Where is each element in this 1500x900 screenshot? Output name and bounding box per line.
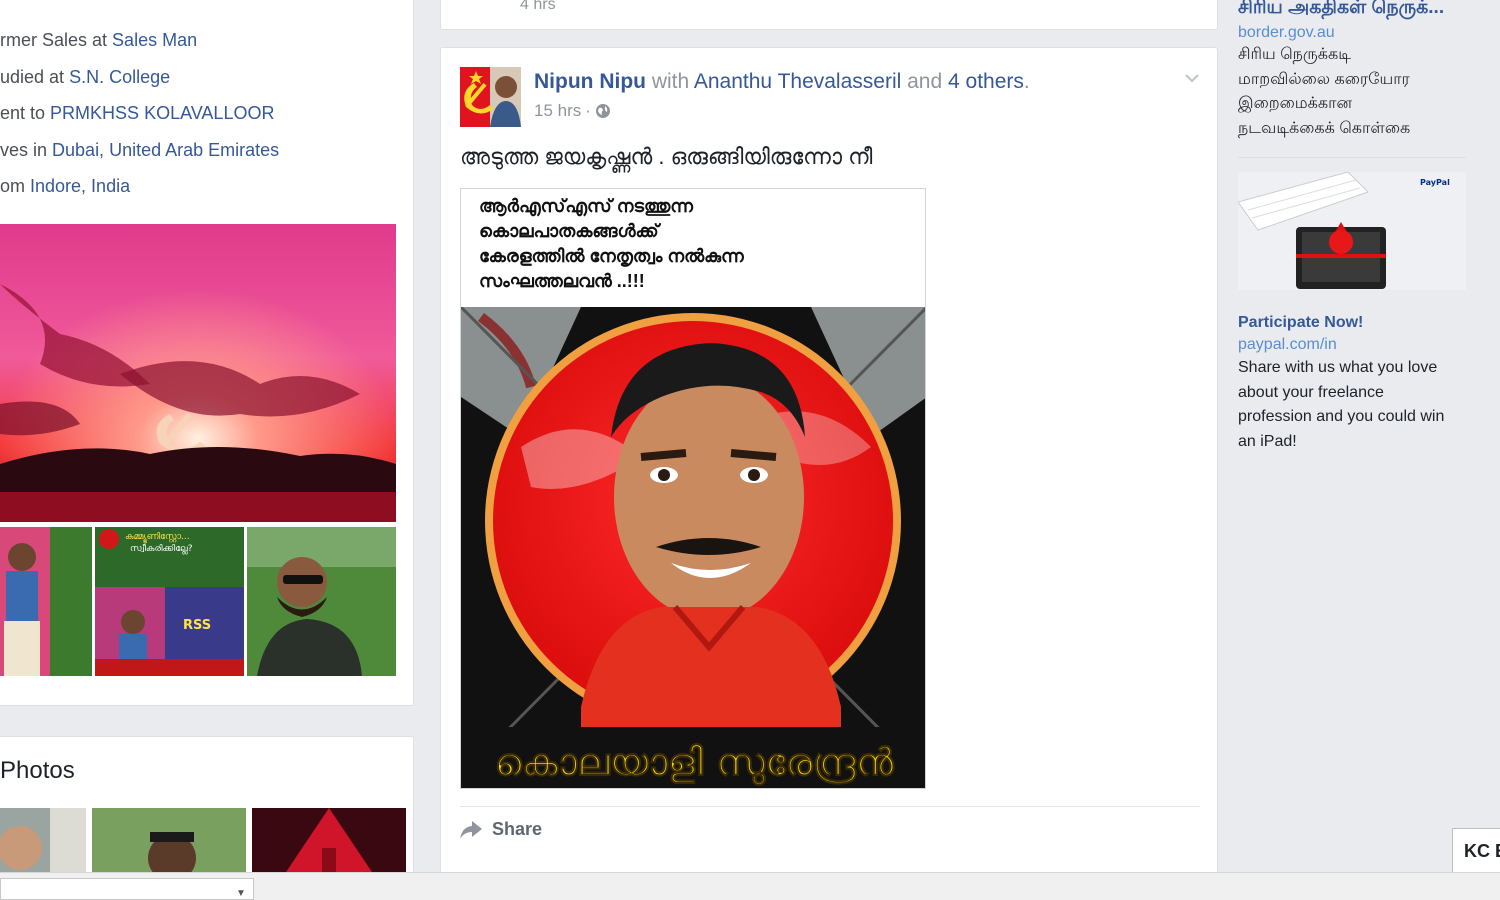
image-caption-line: കൊലപാതകങ്ങൾക്ക് [479, 221, 659, 241]
thumbnail-man-sunglasses[interactable] [247, 527, 396, 676]
meta-separator: · [585, 101, 591, 120]
tagged-friend-link[interactable]: Ananthu Thevalasseril [694, 70, 901, 93]
intro-item-school: ent to PRMKHSS KOLAVALLOOR [0, 103, 275, 124]
chevron-down-icon[interactable] [1182, 68, 1202, 88]
dropdown-arrow-icon[interactable]: ▼ [236, 888, 246, 899]
intro-item-study: udied at S.N. College [0, 66, 171, 87]
and-word: and [907, 70, 943, 93]
image-caption-line: സംഘത്തലവൻ ..!!! [479, 271, 645, 291]
image-caption-line: ആർഎസ്എസ് നടത്തുന്ന [479, 196, 693, 216]
intro-list: rmer Sales at Sales Man udied at S.N. Co… [0, 28, 279, 211]
previous-post-card [440, 0, 1218, 30]
ad-title-border[interactable]: சிரிய அகதிகள் நெருக்... [1238, 0, 1444, 21]
author-name-link[interactable]: Nipun Nipu [534, 70, 646, 93]
post-actions-divider [460, 806, 1200, 807]
ad-separator [1238, 157, 1466, 158]
intro-item-work: rmer Sales at Sales Man [0, 30, 198, 50]
post-meta: 15 hrs · [534, 101, 611, 121]
thumbnail-man-lungi[interactable] [0, 527, 92, 676]
chat-tab[interactable]: KC E [1452, 828, 1500, 874]
thumbnail-rss-poster[interactable]: കമ്മ്യൂണിസ്റ്റോ... സ്വീകരിക്കില്ലേ? RSS [95, 527, 244, 676]
photo-tile-2[interactable] [92, 808, 246, 878]
tagged-others-link[interactable]: 4 others [948, 70, 1024, 93]
poster-text-line2: സ്വീകരിക്കില്ലേ? [130, 543, 193, 554]
lives-in-link[interactable]: Dubai, United Arab Emirates [52, 140, 279, 160]
post-author-line: Nipun Nipu with Ananthu Thevalasseril an… [534, 70, 1030, 93]
featured-photo-sunset[interactable] [0, 224, 396, 522]
image-banner-text: കൊലയാളി സുരേന്ദ്രൻ [494, 740, 894, 785]
globe-icon[interactable] [595, 103, 611, 119]
post-text: അടുത്ത ജയകൃഷ്ണൻ . ഒരുങ്ങിയിരുന്നോ നീ [460, 144, 873, 169]
post-image[interactable]: ആർഎസ്എസ് നടത്തുന്ന കൊലപാതകങ്ങൾക്ക് കേരളത… [460, 188, 926, 789]
photo-tile-3[interactable] [252, 808, 406, 878]
paypal-brand-text: PayPal [1420, 178, 1450, 187]
poster-rss-label: RSS [183, 618, 211, 633]
intro-item-from: om Indore, India [0, 176, 131, 197]
ad-title-paypal[interactable]: Participate Now! [1238, 314, 1363, 332]
image-caption-line: കേരളത്തിൽ നേതൃത്വം നൽകുന്ന [479, 246, 744, 266]
image-portrait-artwork: കൊലയാളി സുരേന്ദ്രൻ [461, 307, 925, 788]
previous-post-timestamp[interactable]: 4 hrs [520, 0, 556, 14]
ad-domain-border[interactable]: border.gov.au [1238, 24, 1335, 42]
ad-body-border: சிரிய நெருக்கடி மாறவில்லை கரையோர இறைமைக்… [1238, 46, 1411, 137]
photo-thumbnails: കമ്മ്യൂണിസ്റ്റോ... സ്വീകരിക്കില്ലേ? RSS [0, 527, 396, 676]
ad-domain-paypal[interactable]: paypal.com/in [1238, 336, 1337, 354]
ad-image-paypal[interactable]: PayPal [1238, 172, 1466, 290]
with-word: with [651, 70, 690, 93]
post-timestamp[interactable]: 15 hrs [534, 101, 581, 121]
share-arrow-icon [460, 820, 482, 839]
image-caption: ആർഎസ്എസ് നടത്തുന്ന കൊലപാതകങ്ങൾക്ക് കേരളത… [461, 189, 925, 307]
share-label: Share [492, 819, 543, 839]
ad-body-paypal: Share with us what you love about your f… [1238, 359, 1445, 450]
author-avatar[interactable] [460, 67, 521, 127]
photos-title[interactable]: Photos [0, 757, 75, 785]
school-link[interactable]: PRMKHSS KOLAVALLOOR [50, 103, 274, 123]
work-link[interactable]: Sales Man [112, 30, 197, 50]
share-button[interactable]: Share [460, 819, 542, 840]
photo-tile-1[interactable] [0, 808, 86, 878]
intro-item-lives: ves in Dubai, United Arab Emirates [0, 139, 280, 160]
scrollbar-dropdown[interactable] [0, 878, 254, 900]
hometown-link[interactable]: Indore, India [30, 176, 130, 196]
college-link[interactable]: S.N. College [69, 67, 170, 87]
